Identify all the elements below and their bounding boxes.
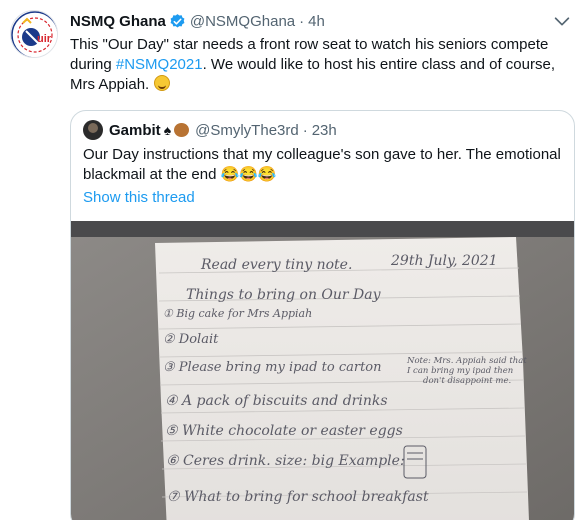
hashtag-link[interactable]: #NSMQ2021 bbox=[116, 56, 203, 73]
verified-badge-icon bbox=[170, 13, 185, 28]
note-line-4: ③ Please bring my ipad to carton bbox=[163, 360, 382, 375]
note-line-6: ⑤ White chocolate or easter eggs bbox=[165, 423, 403, 439]
note-line-0-right: 29th July, 2021 bbox=[390, 253, 498, 269]
note-line-1: Things to bring on Our Day bbox=[186, 287, 382, 303]
svg-text:uir: uir bbox=[37, 33, 52, 45]
quoted-separator-dot: · bbox=[302, 121, 308, 139]
quoted-author-name[interactable]: Gambit bbox=[109, 122, 161, 139]
note-line-8: ⑦ What to bring for school breakfast bbox=[167, 489, 429, 505]
note-line-5: ④ A pack of biscuits and drinks bbox=[165, 393, 388, 409]
quoted-tweet-text: Our Day instructions that my colleague's… bbox=[83, 146, 561, 183]
more-options-icon[interactable] bbox=[551, 10, 573, 32]
author-name[interactable]: NSMQ Ghana bbox=[70, 13, 166, 30]
tweet-time[interactable]: 4h bbox=[308, 13, 325, 30]
side-note-1: Note: Mrs. Appiah said that bbox=[406, 356, 527, 366]
tweet-text: This "Our Day" star needs a front row se… bbox=[70, 35, 570, 95]
note-line-3: ② Dolait bbox=[163, 332, 219, 347]
note-photo-svg: Read every tiny note. 29th July, 2021 Th… bbox=[71, 221, 574, 520]
separator-dot: · bbox=[299, 12, 305, 30]
grinning-face-emoji bbox=[154, 75, 171, 91]
avatar[interactable]: uir bbox=[10, 10, 58, 58]
spade-emoji: ♠ bbox=[163, 122, 172, 138]
quoted-author-handle[interactable]: @SmylyThe3rd bbox=[195, 122, 299, 139]
author-handle[interactable]: @NSMQGhana bbox=[190, 13, 295, 30]
tweet[interactable]: uir NSMQ Ghana @NSMQGhana · 4h This "Our… bbox=[0, 0, 585, 520]
note-line-0-left: Read every tiny note. bbox=[200, 257, 352, 273]
note-line-7: ⑥ Ceres drink. size: big Example: bbox=[166, 453, 405, 469]
laptop-edge bbox=[71, 221, 574, 237]
note-line-2: ① Big cake for Mrs Appiah bbox=[163, 307, 312, 320]
nsmq-logo-icon: uir bbox=[11, 11, 57, 57]
tweet-header: NSMQ Ghana @NSMQGhana · 4h bbox=[70, 11, 325, 31]
side-note-2: I can bring my ipad then bbox=[406, 366, 513, 376]
side-note-3: don't disappoint me. bbox=[423, 376, 511, 386]
quoted-tweet-time[interactable]: 23h bbox=[312, 122, 337, 139]
show-thread-link[interactable]: Show this thread bbox=[83, 189, 195, 206]
quoted-avatar[interactable] bbox=[83, 120, 103, 140]
bear-emoji bbox=[174, 123, 190, 137]
tweet-photo[interactable]: Read every tiny note. 29th July, 2021 Th… bbox=[71, 221, 574, 520]
quoted-tweet-header: Gambit ♠ @SmylyThe3rd · 23h bbox=[83, 120, 337, 140]
quoted-tweet[interactable]: Gambit ♠ @SmylyThe3rd · 23h Our Day inst… bbox=[70, 110, 575, 520]
